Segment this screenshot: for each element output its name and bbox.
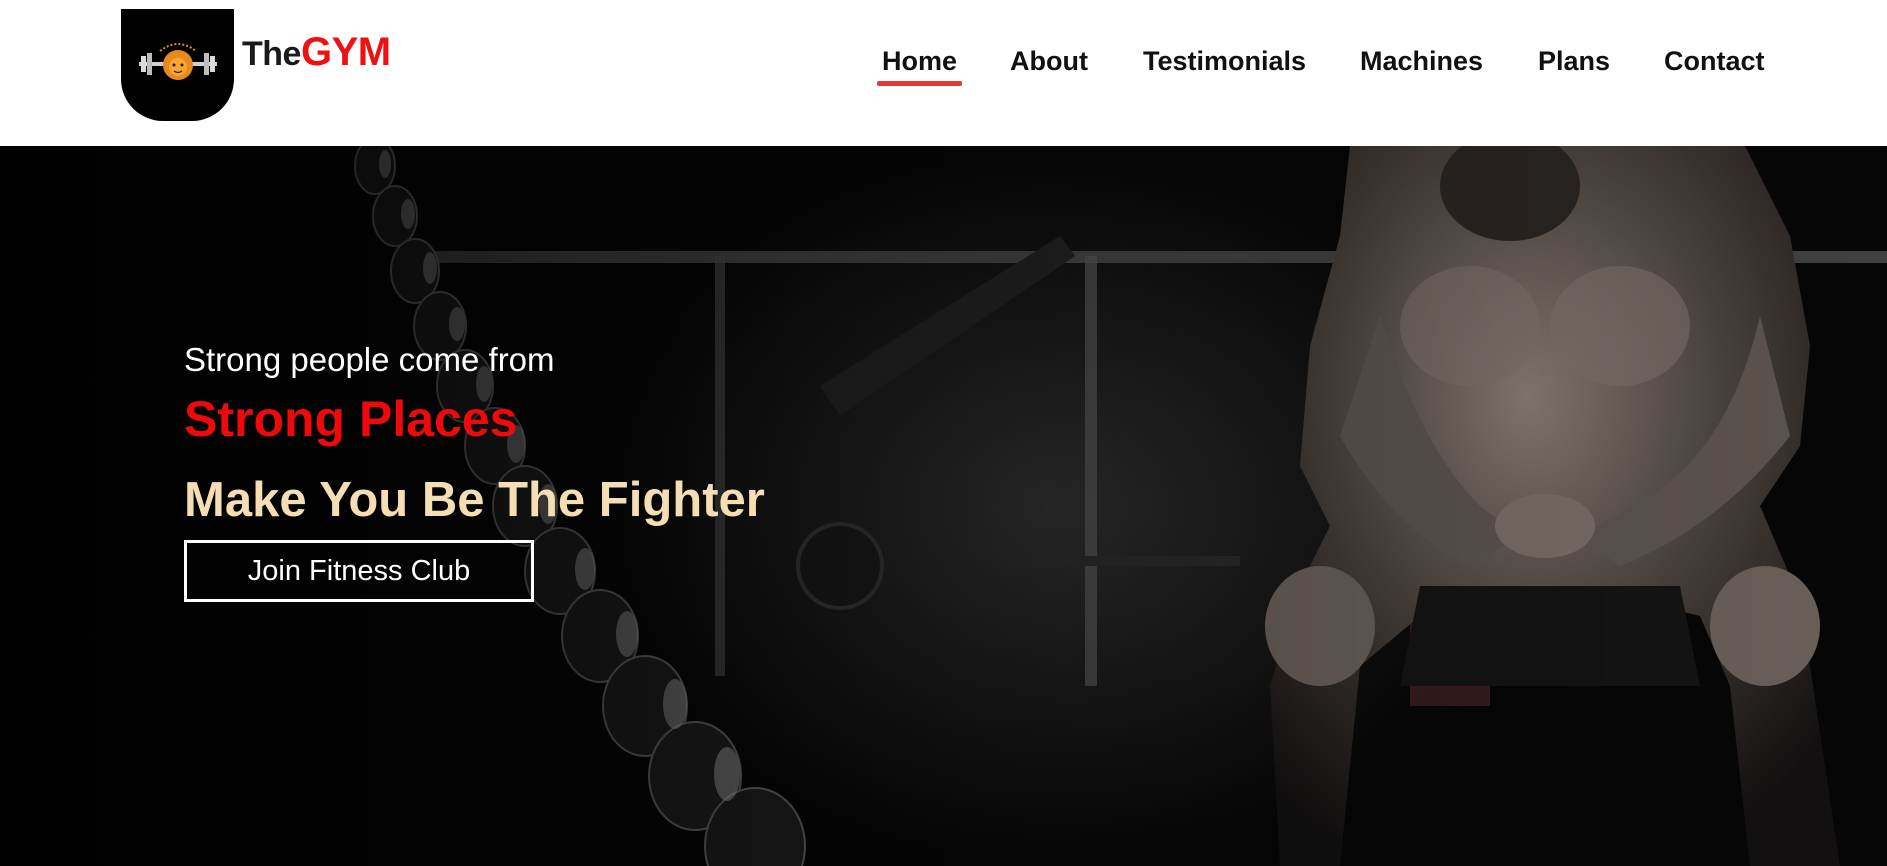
- hero-tagline: Strong people come from: [184, 341, 555, 378]
- site-header: TheGYM Home About Testimonials Machines …: [0, 0, 1887, 146]
- nav-plans[interactable]: Plans: [1538, 44, 1610, 78]
- nav-machines[interactable]: Machines: [1360, 44, 1483, 78]
- hero-subheadline: Make You Be The Fighter: [184, 473, 765, 527]
- nav-contact[interactable]: Contact: [1664, 44, 1765, 78]
- main-nav: Home About Testimonials Machines Plans C…: [0, 44, 1887, 86]
- hero-headline: Strong Places: [184, 391, 518, 447]
- hero-section: Strong people come from Strong Places Ma…: [0, 146, 1887, 866]
- nav-home[interactable]: Home: [876, 44, 963, 86]
- nav-testimonials[interactable]: Testimonials: [1143, 44, 1306, 78]
- join-fitness-club-button[interactable]: Join Fitness Club: [184, 540, 534, 602]
- nav-about[interactable]: About: [1010, 44, 1088, 78]
